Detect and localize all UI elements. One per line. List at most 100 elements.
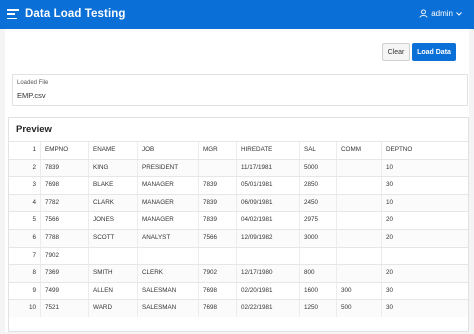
- column-divider: [336, 265, 337, 282]
- column-divider: [236, 159, 237, 177]
- column-divider: [381, 177, 382, 194]
- table-cell: WARD: [93, 304, 113, 312]
- column-divider: [198, 142, 199, 159]
- column-divider: [381, 142, 382, 159]
- column-divider: [299, 300, 300, 317]
- column-divider: [299, 194, 300, 212]
- column-divider: [299, 159, 300, 177]
- column-divider: [198, 159, 199, 177]
- column-divider: [40, 229, 41, 247]
- table-row: 8 7369 SMITH CLERK 7902 12/17/1980 800 20: [9, 264, 468, 282]
- column-divider: [198, 265, 199, 282]
- preview-title: Preview: [16, 124, 52, 135]
- column-divider: [299, 229, 300, 247]
- column-divider: [236, 142, 237, 159]
- column-divider: [40, 177, 41, 194]
- column-divider: [198, 300, 199, 317]
- column-divider: [198, 247, 199, 265]
- column-divider: [88, 142, 89, 159]
- column-divider: [40, 212, 41, 229]
- column-divider: [137, 229, 138, 247]
- column-divider: [40, 282, 41, 300]
- column-divider: [236, 177, 237, 194]
- column-divider: [236, 229, 237, 247]
- column-divider: [40, 300, 41, 317]
- column-divider: [198, 212, 199, 229]
- column-divider: [137, 265, 138, 282]
- column-divider: [40, 247, 41, 265]
- column-divider: [299, 247, 300, 265]
- row-number: 10: [28, 304, 36, 312]
- app-title[interactable]: Data Load Testing: [25, 8, 126, 20]
- column-divider: [198, 282, 199, 300]
- preview-table: 1 EMPNO ENAME JOB MGR HIREDATE SAL COMM DEPTNO 2 7…: [9, 141, 468, 317]
- table-row: 9 7499 ALLEN SALESMAN 7698 02/20/1981 1600 300 3…: [9, 281, 468, 300]
- column-divider: [236, 300, 237, 317]
- column-divider: [236, 212, 237, 229]
- column-divider: [137, 177, 138, 194]
- column-divider: [88, 229, 89, 247]
- column-divider: [336, 194, 337, 212]
- table-row: 5 7566 JONES MANAGER 7839 04/02/1981 2975 20: [9, 211, 468, 229]
- table-cell: 02/22/1981: [241, 304, 273, 312]
- column-divider: [299, 265, 300, 282]
- table-cell: 7521: [45, 304, 60, 312]
- column-divider: [336, 159, 337, 177]
- table-cell: 500: [341, 304, 352, 312]
- column-divider: [336, 247, 337, 265]
- column-divider: [137, 282, 138, 300]
- column-divider: [137, 247, 138, 265]
- table-row: 3 7698 BLAKE MANAGER 7839 05/01/1981 2850 30: [9, 176, 468, 194]
- column-divider: [137, 194, 138, 212]
- column-divider: [88, 282, 89, 300]
- table-row: 2 7839 KING PRESIDENT 11/17/1981 5000 10: [9, 158, 468, 177]
- column-divider: [236, 247, 237, 265]
- column-divider: [336, 212, 337, 229]
- table-cell: SALESMAN: [142, 304, 177, 312]
- column-divider: [381, 212, 382, 229]
- column-divider: [137, 159, 138, 177]
- column-divider: [88, 265, 89, 282]
- column-divider: [198, 229, 199, 247]
- column-divider: [336, 177, 337, 194]
- column-divider: [88, 159, 89, 177]
- hamburger-menu-icon[interactable]: [7, 9, 19, 19]
- column-divider: [88, 300, 89, 317]
- column-divider: [381, 300, 382, 317]
- column-divider: [88, 212, 89, 229]
- loaded-file-field: Loaded File EMP.csv: [12, 74, 468, 106]
- column-divider: [381, 229, 382, 247]
- column-divider: [198, 194, 199, 212]
- clear-button[interactable]: Clear: [382, 43, 410, 61]
- user-menu[interactable]: admin: [419, 9, 465, 18]
- column-divider: [88, 247, 89, 265]
- column-divider: [299, 282, 300, 300]
- preview-region: Preview 1 EMPNO ENAME JOB MGR HIREDATE SAL COMM…: [8, 117, 469, 332]
- column-divider: [381, 282, 382, 300]
- column-divider: [381, 159, 382, 177]
- column-divider: [336, 300, 337, 317]
- column-divider: [137, 212, 138, 229]
- table-row: 10 7521 WARD SALESMAN 7698 02/22/1981 1250 500 3…: [9, 299, 468, 317]
- column-divider: [40, 194, 41, 212]
- column-divider: [336, 229, 337, 247]
- column-divider: [299, 177, 300, 194]
- column-divider: [381, 194, 382, 212]
- column-divider: [88, 194, 89, 212]
- column-divider: [299, 212, 300, 229]
- column-divider: [137, 142, 138, 159]
- user-name: admin: [431, 9, 453, 18]
- table-row: 7 7902: [9, 246, 468, 265]
- column-divider: [336, 282, 337, 300]
- loaded-file-label: Loaded File: [17, 80, 49, 86]
- table-cell: 30: [386, 304, 394, 312]
- column-divider: [198, 177, 199, 194]
- load-data-button[interactable]: Load Data: [412, 43, 456, 61]
- table-cell: 7698: [203, 304, 218, 312]
- column-divider: [88, 177, 89, 194]
- column-divider: [40, 142, 41, 159]
- main-region: Clear Load Data Loaded File EMP.csv Prev…: [5, 29, 469, 332]
- column-divider: [236, 265, 237, 282]
- column-divider: [336, 142, 337, 159]
- column-divider: [381, 247, 382, 265]
